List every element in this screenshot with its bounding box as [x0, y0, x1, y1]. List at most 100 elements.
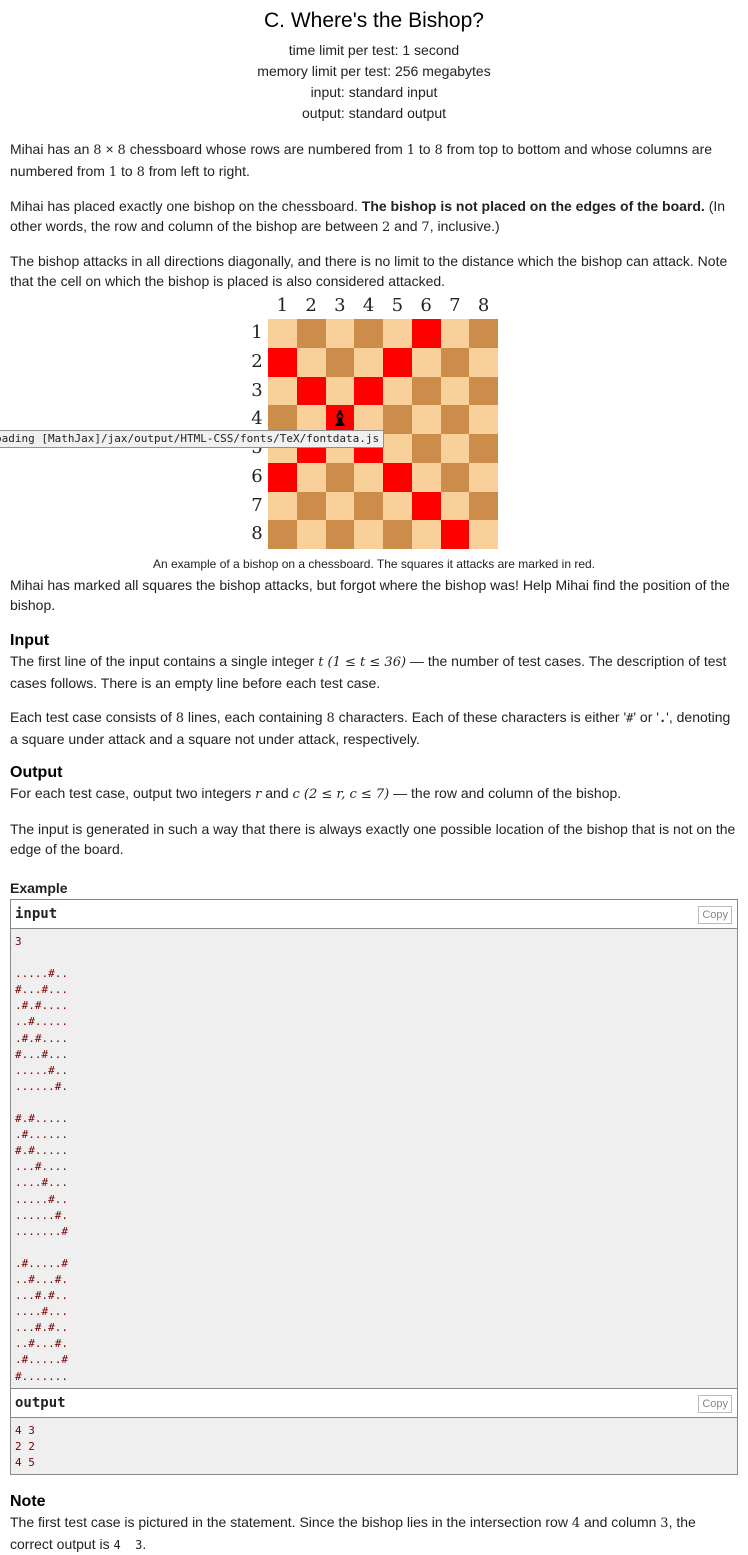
light-square: [354, 462, 383, 492]
light-square: [296, 347, 326, 377]
dark-square: [469, 319, 498, 348]
light-square: [325, 376, 355, 406]
dark-square: [296, 491, 326, 521]
dark-square: [383, 520, 412, 549]
note-paragraph: The first test case is pictured in the s…: [10, 1513, 696, 1552]
attacked-square: [440, 520, 470, 549]
dark-square: [354, 491, 383, 521]
sample-input-header: input Copy: [11, 900, 737, 929]
light-square: [268, 319, 297, 348]
attacked-square: [383, 347, 412, 377]
light-square: [440, 376, 470, 406]
input-paragraph-2: Each test case consists of 8 lines, each…: [10, 709, 731, 747]
input-spec: input: standard input: [310, 84, 438, 100]
light-square: [469, 347, 498, 377]
column-label-8: 8: [477, 295, 490, 316]
mathjax-loading-tooltip: oading [MathJax]/jax/output/HTML-CSS/fon…: [0, 430, 385, 448]
light-square: [296, 520, 326, 549]
column-label-7: 7: [449, 295, 461, 316]
light-square: [383, 491, 412, 521]
dark-square: [268, 520, 297, 549]
column-label-6: 6: [420, 295, 432, 316]
column-label-3: 3: [334, 295, 346, 316]
sample-output-text[interactable]: 4 3 2 2 4 5: [11, 1417, 737, 1474]
attacked-square: [268, 347, 297, 377]
edge-rule-bold: The bishop is not placed on the edges of…: [361, 198, 705, 214]
light-square: [354, 347, 383, 377]
dark-square: [469, 376, 498, 406]
dark-square: [469, 491, 498, 521]
column-label-5: 5: [391, 295, 404, 316]
problem-header: C. Where's the Bishop? time limit per te…: [0, 0, 748, 124]
light-square: [440, 434, 470, 463]
dark-square: [411, 434, 441, 463]
row-label-6: 6: [251, 465, 263, 487]
sample-input-text[interactable]: 3 .....#.. #...#... .#.#.... ..#..... .#…: [11, 929, 737, 1388]
light-square: [383, 376, 412, 406]
row-label-8: 8: [251, 523, 263, 545]
statement-paragraph-1: Mihai has an 8 × 8 chessboard whose rows…: [10, 141, 713, 180]
output-spec: output: standard output: [302, 105, 446, 121]
row-label-3: 3: [251, 379, 263, 401]
light-square: [325, 491, 355, 521]
light-square: [411, 405, 441, 434]
dark-square: [383, 405, 412, 434]
light-square: [411, 520, 441, 549]
column-label-1: 1: [276, 295, 289, 316]
light-square: [411, 462, 441, 492]
output-section-title: Output: [10, 764, 63, 781]
row-label-7: 7: [251, 494, 263, 516]
input-paragraph-1: The first line of the input contains a s…: [10, 653, 727, 691]
light-square: [383, 319, 412, 348]
sample-output-label: output: [15, 1394, 66, 1411]
note-section-title: Note: [10, 1492, 46, 1510]
statement-paragraph-2: Mihai has placed exactly one bishop on t…: [10, 198, 726, 235]
column-label-4: 4: [362, 295, 375, 316]
dark-square: [440, 462, 470, 492]
sample-output-box: output Copy 4 3 2 2 4 5: [10, 1388, 738, 1475]
copy-input-button[interactable]: Copy: [698, 906, 732, 924]
attacked-square: [383, 462, 412, 492]
dark-square: [325, 462, 355, 492]
problem-title: C. Where's the Bishop?: [264, 9, 484, 32]
column-label-2: 2: [305, 295, 317, 316]
sample-input-label: input: [15, 906, 58, 922]
dark-square: [440, 405, 470, 434]
sample-input-box: input Copy 3 .....#.. #...#... .#.#.... …: [10, 899, 738, 1389]
light-square: [354, 520, 383, 549]
light-square: [268, 376, 297, 406]
copy-output-button[interactable]: Copy: [698, 1394, 732, 1413]
dark-square: [440, 347, 470, 377]
light-square: [440, 319, 470, 348]
light-square: [469, 462, 498, 492]
example-title: Example: [10, 880, 68, 896]
row-label-2: 2: [251, 350, 263, 372]
light-square: [268, 491, 297, 521]
light-square: [469, 405, 498, 434]
light-square: [411, 347, 441, 377]
row-label-1: 1: [251, 322, 263, 343]
statement-paragraph-3: The bishop attacks in all directions dia…: [10, 253, 728, 289]
figure-caption: An example of a bishop on a chessboard. …: [152, 557, 596, 571]
chessboard-figure: 12345678 12345678 ♝ oading [MathJax]/jax…: [0, 295, 748, 555]
light-square: [469, 520, 498, 549]
statement-paragraph-4: Mihai has marked all squares the bishop …: [10, 577, 730, 613]
dark-square: [354, 319, 383, 348]
output-paragraph-1: For each test case, output two integers …: [10, 785, 622, 802]
light-square: [383, 434, 412, 463]
attacked-square: [296, 376, 326, 406]
dark-square: [325, 347, 355, 377]
attacked-square: [354, 376, 383, 406]
attacked-square: [268, 462, 297, 492]
dark-square: [411, 376, 441, 406]
attacked-square: [411, 319, 441, 348]
light-square: [440, 491, 470, 521]
sample-output-header: output Copy: [11, 1388, 737, 1418]
light-square: [296, 462, 326, 492]
problem-statement: Mihai has an 8 × 8 chessboard whose rows…: [0, 139, 748, 291]
attacked-square: [411, 491, 441, 521]
dark-square: [325, 520, 355, 549]
input-section-title: Input: [10, 632, 50, 649]
memory-limit: memory limit per test: 256 megabytes: [257, 63, 491, 79]
dark-square: [469, 434, 498, 463]
